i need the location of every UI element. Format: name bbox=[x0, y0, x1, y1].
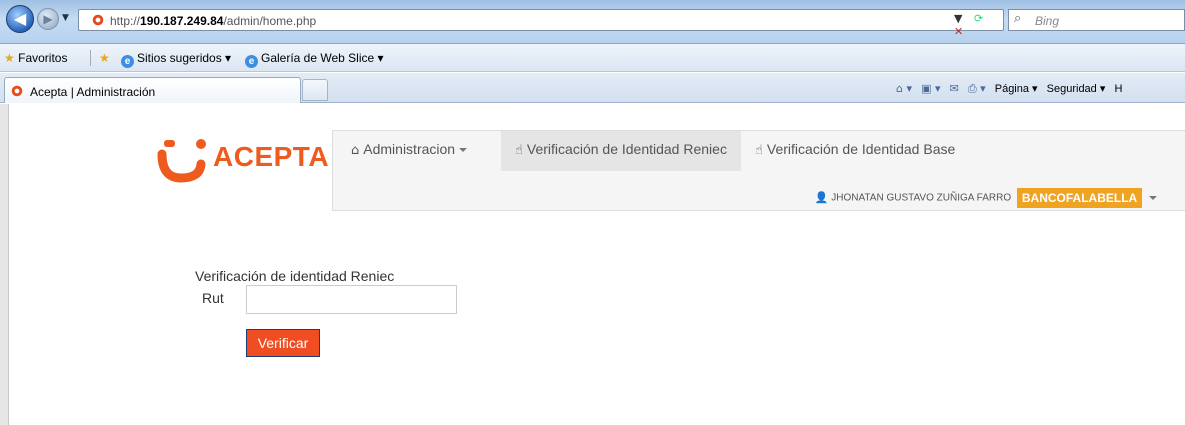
nav-verificacion-reniec[interactable]: ☝ Verificación de Identidad Reniec bbox=[501, 131, 741, 171]
stop-icon[interactable]: ✕ bbox=[954, 25, 963, 38]
forward-button[interactable]: ▶ bbox=[37, 8, 59, 30]
command-bar: ⌂ ▾ ▣ ▾ ✉ ⎙ ▾ Página ▾ Seguridad ▾ H bbox=[896, 82, 1128, 96]
add-favorite-icon[interactable]: ★ bbox=[99, 51, 110, 65]
nav-verificacion-base[interactable]: ☝ Verificación de Identidad Base bbox=[741, 131, 969, 171]
address-dropdown-icon[interactable]: ▼ bbox=[954, 12, 962, 25]
rut-input[interactable] bbox=[246, 285, 457, 314]
browser-title-bar: ◀ ▶ ▼ http://190.187.249.84/admin/home.p… bbox=[0, 0, 1185, 44]
back-button[interactable]: ◀ bbox=[6, 5, 34, 33]
chevron-down-icon bbox=[459, 148, 468, 153]
page-viewport: ACEPTA ⌂ Administracion ☝ Verificación de … bbox=[8, 104, 1185, 425]
nav-administracion[interactable]: ⌂ Administracion bbox=[337, 131, 481, 171]
site-favicon-icon bbox=[11, 85, 23, 97]
hand-pointer-icon: ☝ bbox=[755, 143, 763, 158]
rut-label: Rut bbox=[202, 290, 224, 306]
search-engine-placeholder: Bing bbox=[1035, 14, 1060, 28]
refresh-icon[interactable]: ⟳ bbox=[974, 12, 983, 25]
fav-link-web-slice[interactable]: e Galería de Web Slice ▾ bbox=[245, 51, 384, 68]
favorites-bar: ★ Favoritos ★ e Sitios sugeridos ▾ e Galer… bbox=[0, 44, 1185, 72]
favorites-button[interactable]: ★ Favoritos bbox=[4, 51, 67, 65]
divider bbox=[90, 50, 91, 66]
page-menu[interactable]: Página ▾ bbox=[995, 83, 1038, 95]
hand-pointer-icon: ☝ bbox=[515, 143, 523, 158]
user-menu[interactable]: 👤 JHONATAN GUSTAVO ZUÑIGA FARRO BANCOFALA… bbox=[815, 188, 1157, 208]
verify-button[interactable]: Verificar bbox=[246, 329, 320, 357]
print-icon[interactable]: ⎙ ▾ bbox=[968, 82, 986, 95]
star-icon: ★ bbox=[4, 51, 15, 65]
new-tab-button[interactable] bbox=[302, 79, 328, 101]
mail-icon[interactable]: ✉ bbox=[950, 82, 959, 95]
site-favicon-icon bbox=[92, 14, 104, 26]
form-heading: Verificación de identidad Reniec bbox=[195, 268, 395, 284]
tab-acepta-admin[interactable]: Acepta | Administración bbox=[4, 77, 301, 103]
more-menu[interactable]: H bbox=[1114, 83, 1122, 95]
ie-page-icon: e bbox=[245, 55, 258, 68]
search-icon: ⌕ bbox=[1014, 11, 1022, 26]
history-dropdown-icon[interactable]: ▼ bbox=[62, 13, 69, 23]
home-icon: ⌂ bbox=[351, 143, 360, 158]
brand-name: ACEPTA bbox=[213, 141, 330, 172]
rss-feed-icon[interactable]: ▣ ▾ bbox=[921, 82, 940, 95]
ie-page-icon: e bbox=[121, 55, 134, 68]
home-page-icon[interactable]: ⌂ ▾ bbox=[896, 82, 912, 95]
address-bar[interactable]: http://190.187.249.84/admin/home.php ▼ ⟳… bbox=[78, 9, 1004, 38]
main-navbar: ⌂ Administracion ☝ Verificación de Identid… bbox=[332, 130, 1185, 211]
address-url[interactable]: http://190.187.249.84/admin/home.php bbox=[110, 14, 316, 28]
tab-bar: Acepta | Administración ⌂ ▾ ▣ ▾ ✉ ⎙ ▾ Pá… bbox=[0, 73, 1185, 103]
company-badge: BANCOFALABELLA bbox=[1016, 188, 1143, 208]
security-menu[interactable]: Seguridad ▾ bbox=[1047, 83, 1106, 95]
fav-link-sitios-sugeridos[interactable]: e Sitios sugeridos ▾ bbox=[121, 51, 231, 68]
window-left-frame bbox=[0, 104, 8, 425]
chevron-down-icon bbox=[1149, 196, 1157, 200]
user-icon: 👤 bbox=[814, 190, 829, 204]
search-box[interactable]: ⌕ Bing bbox=[1008, 9, 1185, 31]
user-name: JHONATAN GUSTAVO ZUÑIGA FARRO bbox=[831, 192, 1012, 204]
